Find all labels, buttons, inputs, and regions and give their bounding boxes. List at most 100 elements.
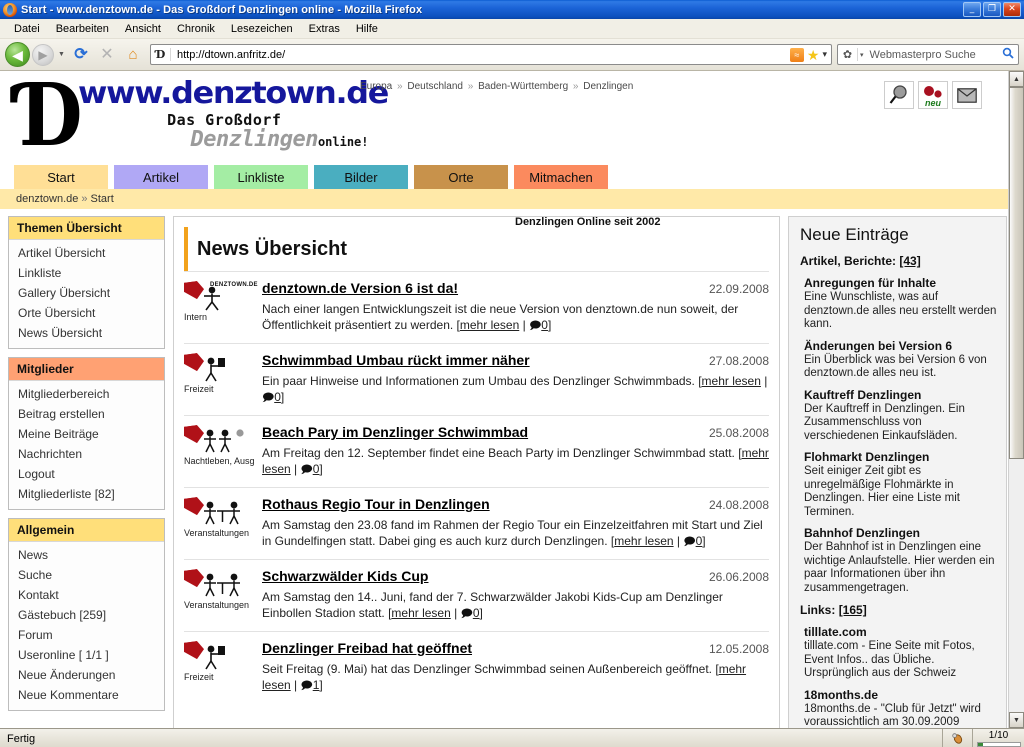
close-button[interactable]: ✕ bbox=[1003, 2, 1021, 17]
right-entry-title[interactable]: 18months.de bbox=[798, 683, 997, 703]
menu-item-extras[interactable]: Extras bbox=[301, 21, 348, 37]
news-excerpt: Am Samstag den 14.. Juni, fand der 7. Sc… bbox=[262, 590, 723, 620]
news-date: 12.05.2008 bbox=[708, 642, 769, 656]
url-text[interactable]: http://dtown.anfritz.de/ bbox=[171, 49, 790, 61]
sidebar-item-artikel-uebersicht[interactable]: Artikel Übersicht bbox=[9, 243, 164, 263]
menu-item-datei[interactable]: Datei bbox=[6, 21, 48, 37]
news-more-link[interactable]: mehr lesen bbox=[391, 606, 450, 620]
news-headline-link[interactable]: Denzlinger Freibad hat geöffnet bbox=[262, 640, 701, 656]
bookmark-star-icon[interactable]: ★ bbox=[807, 48, 820, 62]
minimize-button[interactable]: _ bbox=[963, 2, 981, 17]
history-dropdown-icon[interactable]: ▼ bbox=[56, 51, 67, 58]
right-entry-title[interactable]: Änderungen bei Version 6 bbox=[798, 334, 997, 354]
home-icon[interactable]: ⌂ bbox=[121, 43, 145, 67]
header-new-badge: neu bbox=[924, 98, 941, 108]
geo-breadcrumb-item-1[interactable]: Deutschland bbox=[407, 81, 463, 92]
sidebar-item-beitrag-erstellen[interactable]: Beitrag erstellen bbox=[9, 404, 164, 424]
scroll-down-button[interactable]: ▼ bbox=[1009, 712, 1024, 728]
tab-start[interactable]: Start bbox=[14, 165, 108, 189]
menu-item-hilfe[interactable]: Hilfe bbox=[348, 21, 386, 37]
reload-icon[interactable]: ⟳ bbox=[69, 43, 93, 67]
back-button[interactable]: ◀ bbox=[5, 42, 30, 67]
search-engine-icon[interactable]: ✿ bbox=[838, 48, 858, 61]
rss-feed-icon[interactable]: ≈ bbox=[789, 47, 804, 62]
sidebar-item-neue-kommentare[interactable]: Neue Kommentare bbox=[9, 685, 164, 705]
sidebar-item-news-uebersicht[interactable]: News Übersicht bbox=[9, 323, 164, 343]
news-headline-link[interactable]: denztown.de Version 6 ist da! bbox=[262, 280, 701, 296]
search-engine-caret-icon[interactable]: ▾ bbox=[858, 51, 866, 59]
sidebar-item-nachrichten[interactable]: Nachrichten bbox=[9, 444, 164, 464]
right-group-articles-count[interactable]: [43] bbox=[899, 254, 920, 268]
search-bar[interactable]: ✿ ▾ Webmasterpro Suche bbox=[837, 44, 1019, 65]
site-logo[interactable]: www.denztown.de Das Großdorf Denzlingeno… bbox=[78, 77, 389, 153]
right-entry-title[interactable]: Anregungen für Inhalte bbox=[798, 271, 997, 291]
right-entry-title[interactable]: Bahnhof Denzlingen bbox=[798, 521, 997, 541]
main-column: News Übersicht DENZTOWN.DE Intern denzto… bbox=[173, 216, 780, 728]
news-comment-count[interactable]: 0 bbox=[313, 462, 320, 476]
breadcrumb-item-0[interactable]: denztown.de bbox=[16, 193, 78, 205]
news-comment-count[interactable]: 0 bbox=[473, 606, 480, 620]
page-scrollbar[interactable]: ▲ ▼ bbox=[1008, 71, 1024, 728]
news-headline-link[interactable]: Schwimmbad Umbau rückt immer näher bbox=[262, 352, 701, 368]
right-group-links-count[interactable]: [165] bbox=[839, 603, 867, 617]
menu-item-bearbeiten[interactable]: Bearbeiten bbox=[48, 21, 117, 37]
header-search-button[interactable] bbox=[884, 81, 914, 109]
news-more-link[interactable]: mehr lesen bbox=[702, 374, 761, 388]
search-input[interactable]: Webmasterpro Suche bbox=[866, 49, 1002, 61]
news-headline-link[interactable]: Rothaus Regio Tour in Denzlingen bbox=[262, 496, 701, 512]
menu-item-lesezeichen[interactable]: Lesezeichen bbox=[223, 21, 301, 37]
sidebar-item-gallery-uebersicht[interactable]: Gallery Übersicht bbox=[9, 283, 164, 303]
sidebar-item-mitgliederliste[interactable]: Mitgliederliste [82] bbox=[9, 484, 164, 504]
right-entry-title[interactable]: Flohmarkt Denzlingen bbox=[798, 445, 997, 465]
geo-breadcrumb-item-3[interactable]: Denzlingen bbox=[583, 81, 633, 92]
sidebar-item-linkliste[interactable]: Linkliste bbox=[9, 263, 164, 283]
bug-icon[interactable] bbox=[942, 729, 972, 747]
geo-breadcrumb-item-2[interactable]: Baden-Württemberg bbox=[478, 81, 568, 92]
address-dropdown-icon[interactable]: ▾ bbox=[822, 49, 827, 60]
right-entry-title[interactable]: Kauftreff Denzlingen bbox=[798, 383, 997, 403]
news-comment-count[interactable]: 0 bbox=[696, 534, 703, 548]
sidebar-item-kontakt[interactable]: Kontakt bbox=[9, 585, 164, 605]
news-comment-count[interactable]: 0 bbox=[274, 390, 281, 404]
geo-breadcrumb-item-0[interactable]: Europa bbox=[360, 81, 392, 92]
tab-mitmachen[interactable]: Mitmachen bbox=[514, 165, 608, 189]
scrollbar-track[interactable] bbox=[1009, 87, 1024, 712]
sidebar-item-meine-beitraege[interactable]: Meine Beiträge bbox=[9, 424, 164, 444]
news-more-link[interactable]: mehr lesen bbox=[460, 318, 519, 332]
tab-bilder[interactable]: Bilder bbox=[314, 165, 408, 189]
comment-bubble-icon: 🗩 bbox=[262, 392, 275, 404]
address-bar[interactable]: Ɗ http://dtown.anfritz.de/ ≈ ★ ▾ bbox=[150, 44, 832, 65]
sidebar-box-mitglieder: Mitglieder Mitgliederbereich Beitrag ers… bbox=[8, 357, 165, 510]
sidebar-item-news[interactable]: News bbox=[9, 545, 164, 565]
maximize-button[interactable]: ❐ bbox=[983, 2, 1001, 17]
sidebar-item-useronline[interactable]: Useronline [ 1/1 ] bbox=[9, 645, 164, 665]
news-item-body: denztown.de Version 6 ist da! 22.09.2008… bbox=[262, 280, 769, 334]
menu-item-chronik[interactable]: Chronik bbox=[169, 21, 223, 37]
right-entry-title[interactable]: tilllate.com bbox=[798, 620, 997, 640]
sidebar-item-gaestebuch[interactable]: Gästebuch [259] bbox=[9, 605, 164, 625]
tab-linkliste[interactable]: Linkliste bbox=[214, 165, 308, 189]
sidebar-item-logout[interactable]: Logout bbox=[9, 464, 164, 484]
scroll-up-button[interactable]: ▲ bbox=[1009, 71, 1024, 87]
news-comment-count[interactable]: 1 bbox=[313, 678, 320, 692]
sidebar-item-orte-uebersicht[interactable]: Orte Übersicht bbox=[9, 303, 164, 323]
menu-item-ansicht[interactable]: Ansicht bbox=[117, 21, 169, 37]
tab-orte[interactable]: Orte bbox=[414, 165, 508, 189]
search-magnifier-icon[interactable] bbox=[1002, 47, 1018, 62]
news-comment-count[interactable]: 0 bbox=[541, 318, 548, 332]
news-headline-link[interactable]: Beach Pary im Denzlinger Schwimmbad bbox=[262, 424, 701, 440]
breadcrumb-item-1[interactable]: Start bbox=[91, 193, 114, 205]
sidebar-item-suche[interactable]: Suche bbox=[9, 565, 164, 585]
tab-artikel[interactable]: Artikel bbox=[114, 165, 208, 189]
sidebar-item-forum[interactable]: Forum bbox=[9, 625, 164, 645]
sidebar-item-mitgliederbereich[interactable]: Mitgliederbereich bbox=[9, 384, 164, 404]
forward-button[interactable]: ▶ bbox=[32, 43, 54, 66]
scrollbar-thumb[interactable] bbox=[1009, 87, 1024, 459]
news-excerpt-text: Am Samstag den 14.. Juni, fand der 7. Sc… bbox=[262, 590, 723, 620]
sidebar-item-neue-aenderungen[interactable]: Neue Änderungen bbox=[9, 665, 164, 685]
header-mail-button[interactable] bbox=[952, 81, 982, 109]
news-more-link[interactable]: mehr lesen bbox=[614, 534, 673, 548]
stop-icon[interactable]: ✕ bbox=[95, 43, 119, 67]
news-headline-link[interactable]: Schwarzwälder Kids Cup bbox=[262, 568, 701, 584]
header-new-button[interactable]: neu bbox=[918, 81, 948, 109]
